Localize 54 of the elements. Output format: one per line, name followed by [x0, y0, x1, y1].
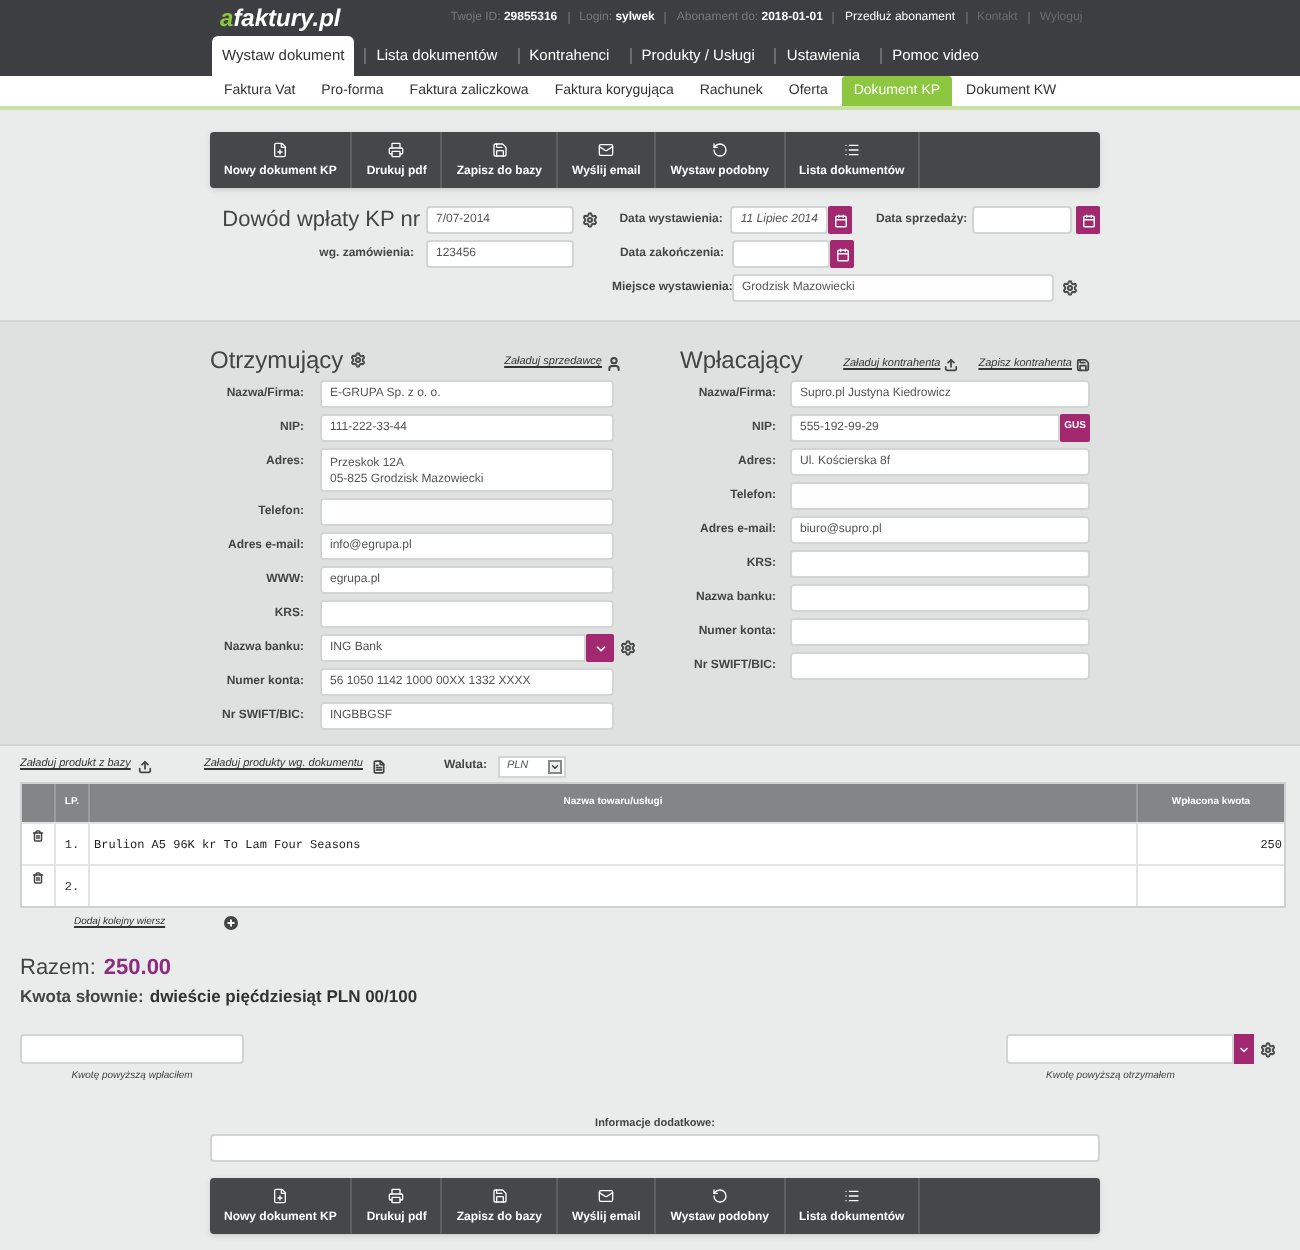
document-icon	[371, 759, 385, 773]
section-title: Wpłacający	[680, 348, 803, 372]
section-title: Otrzymujący	[210, 348, 344, 372]
text-field[interactable]	[790, 618, 1090, 646]
printer-icon	[388, 1188, 405, 1204]
text-field[interactable]	[320, 600, 614, 628]
printer-icon	[388, 142, 405, 158]
notes-field[interactable]	[210, 1134, 1100, 1162]
signature-field[interactable]	[20, 1034, 244, 1064]
calendar-button[interactable]	[830, 240, 854, 268]
gear-icon[interactable]	[620, 640, 636, 656]
calendar-button[interactable]	[828, 206, 853, 234]
trash-icon[interactable]	[32, 872, 44, 884]
plus-circle-icon[interactable]	[223, 916, 238, 930]
file-plus-icon	[272, 142, 289, 158]
circular-arrow-icon	[711, 142, 728, 158]
dropdown-button[interactable]	[1234, 1034, 1254, 1064]
caret-icon	[1238, 1043, 1250, 1055]
text-field[interactable]	[790, 550, 1090, 578]
document-title: Dowód wpłaty KP nr	[222, 209, 420, 231]
list-icon	[843, 142, 860, 158]
text-field[interactable]	[320, 498, 614, 526]
upload-icon	[138, 759, 153, 773]
date-field[interactable]	[732, 240, 830, 268]
total-label: Razem:	[20, 958, 96, 980]
caret-icon	[548, 759, 563, 773]
list-icon	[843, 1188, 860, 1204]
calendar-icon	[835, 247, 849, 261]
text-field[interactable]	[790, 652, 1090, 680]
file-plus-icon	[272, 1188, 289, 1204]
text-field[interactable]	[790, 584, 1090, 612]
dropdown-button[interactable]	[586, 634, 614, 662]
envelope-icon	[598, 142, 615, 158]
person-icon	[606, 356, 622, 372]
gear-icon[interactable]	[582, 212, 598, 228]
text-field[interactable]	[790, 482, 1090, 510]
trash-icon[interactable]	[32, 830, 44, 842]
floppy-disk-icon	[1076, 358, 1090, 372]
calendar-icon	[833, 213, 848, 227]
envelope-icon	[598, 1188, 615, 1204]
amount-words-label: Kwota słownie:	[20, 987, 144, 1005]
gear-icon[interactable]	[1260, 1041, 1276, 1057]
signature-select-field[interactable]	[1006, 1034, 1234, 1064]
total-value: 250.00	[103, 958, 172, 980]
amount-words: dwieście pięćdziesiąt PLN 00/100	[149, 987, 418, 1005]
calendar-button[interactable]	[1076, 206, 1100, 234]
caret-icon	[593, 641, 607, 655]
gear-icon[interactable]	[1062, 280, 1078, 296]
circular-arrow-icon	[711, 1188, 728, 1204]
gear-icon[interactable]	[349, 352, 366, 368]
calendar-icon	[1081, 213, 1095, 227]
upload-icon	[944, 358, 959, 372]
logo[interactable]: afaktury.pl	[220, 6, 341, 30]
date-field[interactable]	[972, 206, 1072, 234]
